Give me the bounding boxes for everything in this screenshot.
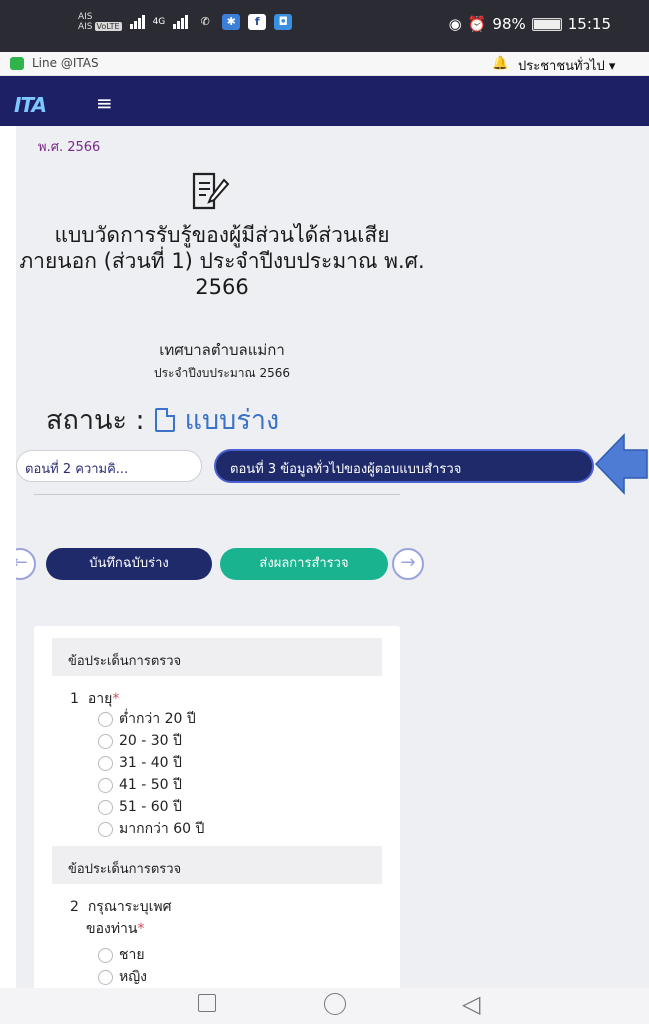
- line-link[interactable]: Line @ITAS: [32, 56, 99, 70]
- line-icon[interactable]: [10, 57, 24, 70]
- chat-app-icon: ◘: [274, 14, 293, 30]
- radio-option[interactable]: 51 - 60 ปี: [98, 798, 182, 816]
- carrier-label: AIS AIS VoLTE: [78, 12, 122, 32]
- eye-icon: ◉: [448, 15, 462, 33]
- main-content: พ.ศ. 2566 แบบวัดการรับรู้ของผู้มีส่วนได้…: [16, 126, 649, 988]
- budget-year: ประจำปีงบประมาณ 2566: [153, 366, 290, 380]
- organization-name: เทศบาลตำบลแม่กา: [159, 341, 285, 359]
- radio-option[interactable]: ชาย: [98, 946, 145, 964]
- network-type: 4G: [152, 17, 166, 27]
- radio-icon[interactable]: [98, 755, 113, 771]
- fiscal-year-label: พ.ศ. 2566: [38, 140, 101, 155]
- divider: [34, 494, 400, 495]
- ita-logo[interactable]: ITA: [14, 93, 47, 117]
- tab-part-2[interactable]: ตอนที่ 2 ความคิ...: [16, 450, 202, 482]
- next-arrow-icon[interactable]: →: [392, 548, 424, 580]
- question-2: 2 กรุณาระบุเพศ ของท่าน*: [70, 899, 172, 937]
- phone-status-bar: AIS AIS VoLTE 4G ✆ ✱ f ◘ ◉ ⏰ 98% 15:15: [0, 0, 649, 52]
- back-icon[interactable]: ◁: [462, 990, 480, 1018]
- tab-part-3[interactable]: ตอนที่ 3 ข้อมูลทั่วไปของผู้ตอบแบบสำรวจ: [214, 449, 594, 483]
- radio-icon[interactable]: [98, 777, 113, 793]
- alarm-icon: ⏰: [467, 15, 487, 33]
- role-dropdown[interactable]: ประชาชนทั่วไป ▾: [518, 55, 615, 76]
- file-icon: [154, 407, 175, 432]
- recent-apps-icon[interactable]: [198, 994, 216, 1012]
- question-1: 1 อายุ*: [70, 691, 120, 707]
- radio-icon[interactable]: [98, 733, 113, 749]
- radio-option[interactable]: มากกว่า 60 ปี: [98, 820, 204, 838]
- app-notification-icon: ✱: [222, 14, 241, 30]
- clock: 15:15: [567, 15, 611, 33]
- prev-arrow-icon[interactable]: ←: [16, 548, 36, 580]
- radio-icon[interactable]: [98, 711, 113, 727]
- pointer-arrow-annotation: [594, 433, 648, 495]
- radio-option[interactable]: 41 - 50 ปี: [98, 776, 182, 794]
- messenger-icon: ✆: [200, 15, 210, 28]
- hamburger-menu-icon[interactable]: ≡: [96, 91, 113, 115]
- section-header: ข้อประเด็นการตรวจ: [52, 638, 382, 676]
- app-navbar: ITA ≡: [0, 76, 649, 126]
- status-label: สถานะ :: [46, 405, 145, 436]
- home-icon[interactable]: [324, 993, 346, 1015]
- status-value: แบบร่าง: [184, 405, 280, 436]
- signal-2-icon: [173, 15, 189, 29]
- edit-document-icon: [192, 172, 230, 210]
- radio-icon[interactable]: [98, 799, 113, 815]
- save-draft-button[interactable]: บันทึกฉบับร่าง: [46, 548, 212, 580]
- status-row: สถานะ : แบบร่าง: [46, 398, 279, 441]
- radio-icon[interactable]: [98, 969, 113, 985]
- question-card: ข้อประเด็นการตรวจ 1 อายุ* ต่ำกว่า 20 ปี …: [34, 626, 400, 988]
- status-left: AIS AIS VoLTE 4G ✆ ✱ f ◘: [78, 12, 293, 32]
- bell-icon[interactable]: 🔔: [492, 56, 508, 71]
- status-right: ◉ ⏰ 98% 15:15: [449, 15, 611, 33]
- page-top-strip: Line @ITAS 🔔 ประชาชนทั่วไป ▾: [0, 52, 649, 76]
- system-nav-bar: ◁: [0, 988, 649, 1024]
- form-title: แบบวัดการรับรู้ของผู้มีส่วนได้ส่วนเสียภา…: [19, 223, 425, 299]
- radio-icon[interactable]: [98, 947, 113, 963]
- submit-survey-button[interactable]: ส่งผลการสำรวจ: [220, 548, 388, 580]
- radio-option[interactable]: หญิง: [98, 968, 147, 986]
- radio-icon[interactable]: [98, 821, 113, 837]
- section-header: ข้อประเด็นการตรวจ: [52, 846, 382, 884]
- battery-icon: [531, 17, 562, 31]
- radio-option[interactable]: ต่ำกว่า 20 ปี: [98, 710, 196, 728]
- battery-percent: 98%: [492, 15, 526, 33]
- signal-icon: [129, 15, 145, 29]
- radio-option[interactable]: 31 - 40 ปี: [98, 754, 182, 772]
- radio-option[interactable]: 20 - 30 ปี: [98, 732, 182, 750]
- facebook-icon: f: [248, 14, 267, 30]
